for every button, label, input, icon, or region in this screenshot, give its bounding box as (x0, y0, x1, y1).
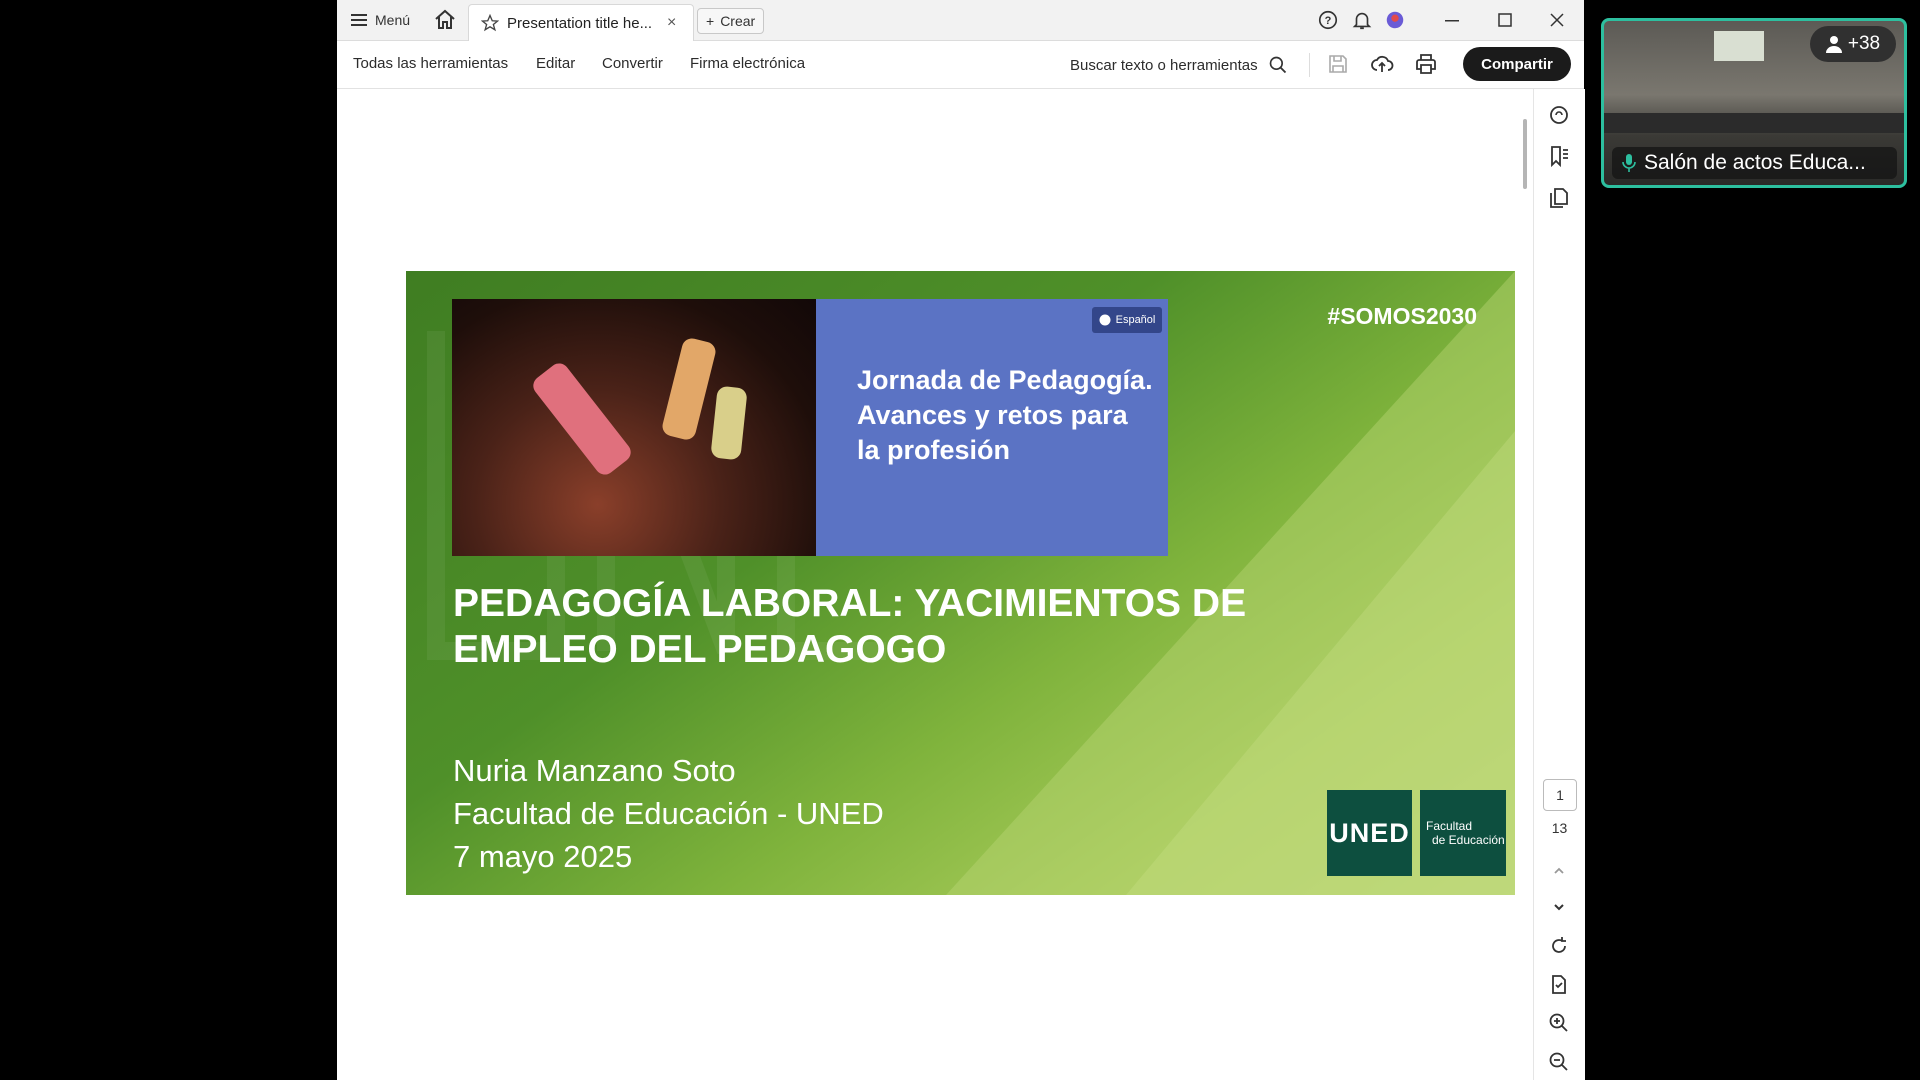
search-tools[interactable]: Buscar texto o herramientas (1070, 55, 1288, 75)
author-name: Nuria Manzano Soto (453, 753, 736, 788)
print-icon[interactable] (1414, 52, 1438, 76)
close-window-button[interactable] (1543, 6, 1571, 34)
slide-title-line-2: EMPLEO DEL PEDAGOGO (453, 628, 947, 671)
menu-label: Menú (375, 12, 411, 28)
pages-icon[interactable] (1547, 186, 1571, 210)
yellow-chalk (710, 385, 748, 461)
language-badge: Español (1092, 307, 1162, 333)
presentation-date: 7 mayo 2025 (453, 839, 633, 874)
hashtag: #SOMOS2030 (1327, 303, 1477, 329)
chevron-up-icon[interactable] (1547, 859, 1571, 883)
faculty-logo: Facultad de Educación (1420, 790, 1506, 876)
current-page-input[interactable]: 1 (1543, 779, 1577, 811)
event-title: Jornada de Pedagogía. Avances y retos pa… (857, 365, 1153, 465)
create-label: Crear (720, 13, 756, 29)
menu-button[interactable]: Menú (351, 10, 410, 30)
page-settings-icon[interactable] (1547, 973, 1571, 997)
room-name: Salón de actos Educa... (1644, 151, 1866, 174)
participant-count: +38 (1847, 33, 1881, 54)
slide-title-line-1: PEDAGOGÍA LABORAL: YACIMIENTOS DE (453, 582, 1247, 625)
share-button[interactable]: Compartir (1463, 47, 1571, 81)
minimize-icon (1445, 20, 1459, 22)
convert-menu[interactable]: Convertir (602, 55, 663, 72)
rotate-icon[interactable] (1547, 934, 1571, 958)
avatar-icon[interactable] (1384, 9, 1406, 31)
event-banner: Español Jornada de Pedagogía. Avances y … (816, 299, 1168, 556)
right-sidebar: 1 13 (1533, 89, 1585, 1080)
presentation-slide: Español Jornada de Pedagogía. Avances y … (406, 271, 1515, 895)
room-desk (1604, 113, 1904, 133)
pink-chalk (529, 359, 635, 479)
save-icon[interactable] (1326, 52, 1350, 76)
edit-menu[interactable]: Editar (536, 55, 575, 72)
language-label: Español (1115, 314, 1156, 326)
bell-icon[interactable] (1351, 9, 1373, 31)
globe-icon (1099, 314, 1111, 326)
document-canvas[interactable]: Español Jornada de Pedagogía. Avances y … (337, 89, 1533, 1080)
home-icon[interactable] (433, 8, 457, 32)
microphone-icon (1622, 154, 1636, 172)
create-button[interactable]: + Crear (697, 8, 765, 34)
star-icon[interactable] (481, 14, 499, 32)
search-icon (1269, 56, 1286, 74)
participants-badge[interactable]: +38 (1810, 26, 1896, 62)
toolbar-divider (1309, 53, 1310, 77)
help-icon[interactable]: ? (1317, 9, 1339, 31)
maximize-icon (1498, 13, 1512, 27)
esign-menu[interactable]: Firma electrónica (690, 55, 805, 72)
document-tab[interactable]: Presentation title he... × (468, 4, 694, 41)
zoom-out-icon[interactable] (1547, 1050, 1571, 1074)
close-icon (1550, 13, 1564, 27)
room-projector-screen (1714, 31, 1764, 61)
main-toolbar: Todas las herramientas Editar Convertir … (337, 41, 1584, 89)
faculty-logo-line-1: Facultad (1426, 819, 1473, 833)
bookmark-icon[interactable] (1547, 144, 1571, 168)
author-block: Nuria Manzano Soto Facultad de Educación… (453, 749, 884, 878)
title-bar: Menú Presentation title he... × + Crear … (337, 0, 1584, 41)
video-room-label: Salón de actos Educa... (1612, 147, 1897, 179)
chalk-photo (452, 299, 816, 556)
person-icon (1825, 36, 1842, 53)
minimize-button[interactable] (1438, 6, 1466, 34)
tab-title: Presentation title he... (507, 14, 653, 32)
search-label: Buscar texto o herramientas (1070, 56, 1258, 74)
plus-icon: + (706, 13, 715, 29)
tab-close-button[interactable]: × (667, 14, 676, 32)
hamburger-icon (351, 14, 367, 26)
vertical-scrollbar[interactable] (1523, 119, 1527, 189)
svg-text:?: ? (1325, 15, 1332, 27)
chevron-down-icon[interactable] (1547, 895, 1571, 919)
faculty-logo-line-2: de Educación (1432, 833, 1505, 847)
comment-icon[interactable] (1547, 103, 1571, 127)
uned-logo: UNED (1327, 790, 1412, 876)
orange-chalk (660, 336, 718, 442)
pdf-viewer-window: Menú Presentation title he... × + Crear … (337, 0, 1585, 1080)
author-faculty: Facultad de Educación - UNED (453, 796, 884, 831)
upload-cloud-icon[interactable] (1370, 52, 1394, 76)
maximize-button[interactable] (1491, 6, 1519, 34)
all-tools-menu[interactable]: Todas las herramientas (353, 55, 508, 72)
zoom-in-icon[interactable] (1547, 1011, 1571, 1035)
total-pages: 13 (1551, 820, 1568, 836)
slide-title: PEDAGOGÍA LABORAL: YACIMIENTOS DE EMPLEO… (453, 581, 1353, 673)
